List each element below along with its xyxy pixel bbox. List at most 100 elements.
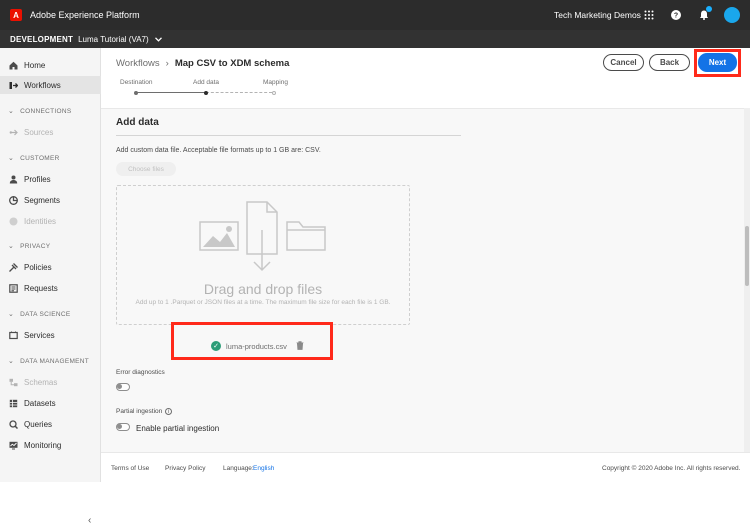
sidebar-item-label: Sources [24,127,54,137]
drop-zone-subtitle: Add up to 1 .Parquet or JSON files at a … [135,299,391,306]
checkmark-success-icon: ✓ [211,341,221,351]
section-label: CUSTOMER [20,154,60,162]
step-dot-complete [134,91,138,95]
schemas-icon [8,377,18,387]
sidebar-item-workflows[interactable]: Workflows [0,76,101,94]
sidebar-item-segments[interactable]: Segments [0,191,101,209]
section-customer[interactable]: ⌄ CUSTOMER [8,154,60,163]
identities-icon [8,216,18,226]
error-diagnostics-toggle[interactable] [116,383,130,391]
sidebar-item-services[interactable]: Services [0,326,101,344]
sidebar-item-policies[interactable]: Policies [0,258,101,276]
drop-zone-title: Drag and drop files [203,281,323,297]
user-avatar[interactable] [724,7,740,23]
step-indicator: Destination Add data Mapping [120,79,300,99]
home-icon [8,60,18,70]
app-title[interactable]: Adobe Experience Platform [30,10,140,20]
workflows-icon [8,80,18,90]
language-label: Language: [223,465,254,472]
step-dot-current [204,91,208,95]
step-add-data[interactable]: Add data [193,79,219,86]
sidebar-item-label: Home [24,60,46,70]
trash-delete-icon[interactable] [296,340,304,352]
language-selector[interactable]: English [253,465,274,472]
main-content: Workflows › Map CSV to XDM schema Cancel B… [101,48,750,482]
monitoring-icon [8,440,18,450]
chevron-down-icon: ⌄ [8,243,15,250]
notification-dot-icon [706,6,712,12]
sidebar-item-label: Queries [24,419,53,429]
file-name: luma-products.csv [226,341,287,351]
requests-icon [8,283,18,293]
sidebar-item-label: Identities [24,216,57,226]
error-diagnostics-label: Error diagnostics [116,369,165,376]
section-data-management[interactable]: ⌄ DATA MANAGEMENT [8,357,90,366]
sidebar-item-schemas[interactable]: Schemas [0,373,101,391]
environment-bar: DEVELOPMENT Luma Tutorial (VA7) [0,30,750,48]
chevron-down-icon[interactable] [154,35,162,44]
scrollbar-thumb[interactable] [745,226,749,286]
sidebar-item-label: Requests [24,283,58,293]
datasets-icon [8,398,18,408]
step-mapping[interactable]: Mapping [263,79,288,86]
sidebar-item-monitoring[interactable]: Monitoring [0,436,101,454]
next-button[interactable]: Next [698,53,737,72]
drop-illustration-icon [199,201,326,272]
apps-grid-icon[interactable] [642,8,656,22]
adobe-logo-icon[interactable]: A [10,9,22,21]
sidebar-item-datasets[interactable]: Datasets [0,394,101,412]
page-title: Map CSV to XDM schema [174,58,290,69]
upload-description: Add custom data file. Acceptable file fo… [116,147,321,154]
profiles-icon [8,174,18,184]
section-label: DATA SCIENCE [20,310,71,318]
divider [116,135,461,136]
choose-files-button[interactable]: Choose files [116,162,176,176]
environment-label: DEVELOPMENT [10,34,74,44]
section-label: CONNECTIONS [20,107,72,115]
section-label: PRIVACY [20,242,51,250]
chevron-down-icon: ⌄ [8,155,15,162]
drop-zone[interactable]: Drag and drop files Add up to 1 .Parquet… [116,185,410,325]
uploaded-file: ✓ luma-products.csv [211,337,317,355]
queries-icon [8,419,18,429]
chevron-down-icon: ⌄ [8,358,15,365]
cancel-button[interactable]: Cancel [603,54,644,71]
sidebar-item-requests[interactable]: Requests [0,279,101,297]
sidebar-item-profiles[interactable]: Profiles [0,170,101,188]
step-dot-pending [272,91,276,95]
sidebar-item-label: Schemas [24,377,58,387]
svg-text:?: ? [674,13,678,20]
org-switcher[interactable]: Tech Marketing Demos [554,10,641,20]
sidebar-item-label: Datasets [24,398,56,408]
sidebar-item-sources[interactable]: Sources [0,123,101,141]
sidebar-item-label: Monitoring [24,440,62,450]
sidebar-item-queries[interactable]: Queries [0,415,101,433]
sidebar-item-label: Segments [24,195,61,205]
top-bar: A Adobe Experience Platform Tech Marketi… [0,0,750,30]
footer: Terms of Use Privacy Policy Language: En… [101,452,750,482]
sandbox-switcher[interactable]: Luma Tutorial (VA7) [78,35,149,44]
section-connections[interactable]: ⌄ CONNECTIONS [8,107,72,116]
enable-partial-ingestion-label: Enable partial ingestion [136,424,220,433]
breadcrumb-workflows-link[interactable]: Workflows [116,58,160,69]
privacy-link[interactable]: Privacy Policy [165,465,205,472]
breadcrumb: Workflows › Map CSV to XDM schema [116,58,289,69]
chevron-down-icon: ⌄ [8,108,15,115]
collapse-sidebar-chevron-left-icon[interactable]: ‹ [88,515,91,526]
sidebar-item-identities[interactable]: Identities [0,212,101,230]
info-icon[interactable]: i [165,408,173,415]
help-icon[interactable]: ? [669,8,683,22]
partial-ingestion-text: Partial ingestion [116,408,163,415]
segments-icon [8,195,18,205]
policies-icon [8,262,18,272]
back-button[interactable]: Back [649,54,690,71]
section-privacy[interactable]: ⌄ PRIVACY [8,242,51,251]
sidebar-item-home[interactable]: Home [0,56,101,74]
sources-icon [8,127,18,137]
step-destination[interactable]: Destination [120,79,153,86]
partial-ingestion-toggle[interactable] [116,423,130,431]
section-data-science[interactable]: ⌄ DATA SCIENCE [8,310,71,319]
add-data-panel: Add data Add custom data file. Acceptabl… [101,108,750,452]
section-label: DATA MANAGEMENT [20,357,90,365]
terms-link[interactable]: Terms of Use [111,465,149,472]
